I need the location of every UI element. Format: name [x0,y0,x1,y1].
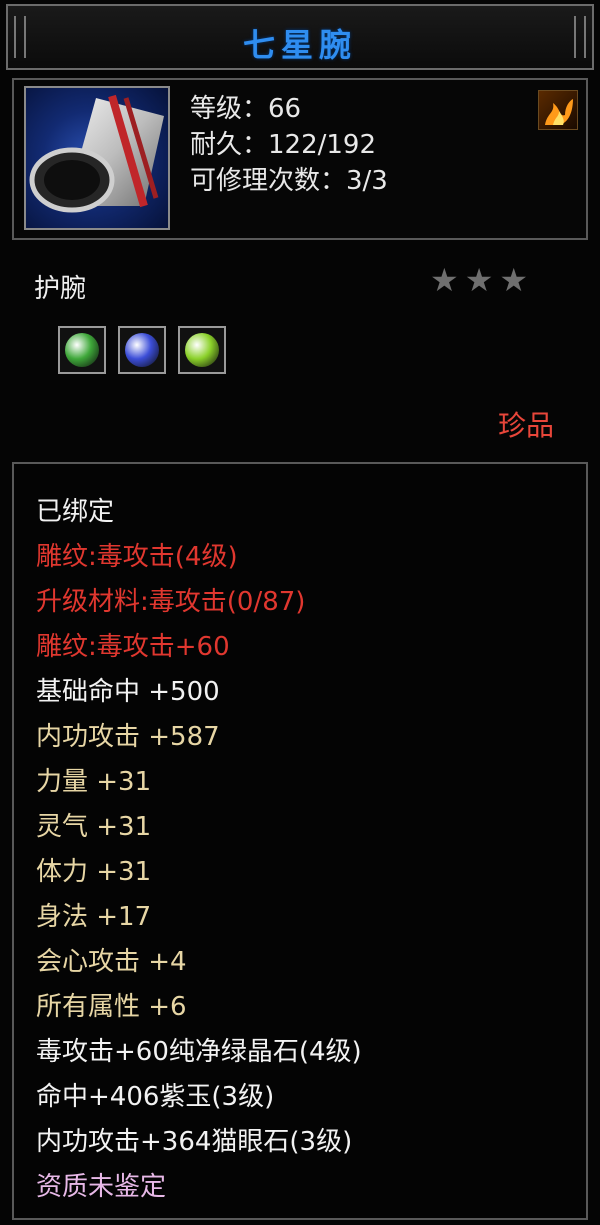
attribute-line: 内功攻击+364猫眼石(3级) [36,1127,353,1157]
attribute-line: 升级材料:毒攻击(0/87) [36,587,306,617]
purple-gem-icon[interactable] [118,326,166,374]
gem-sockets [58,326,226,374]
star-icon: ★ [430,261,459,299]
title-bar: 七星腕 [6,4,594,70]
star-icon: ★ [464,261,494,299]
attribute-line: 灵气 +31 [36,812,152,842]
level-stat: 等级：66 [190,94,302,124]
attribute-line: 内功攻击 +587 [36,722,220,752]
attribute-panel: 已绑定雕纹:毒攻击(4级) 升级材料:毒攻击(0/87) 雕纹:毒攻击+60 基础命中… [12,462,588,1220]
star-icon: ★ [499,261,529,299]
green-gem-icon[interactable] [58,326,106,374]
attribute-line: 会心攻击 +4 [36,947,187,977]
item-header-panel: 等级：66 耐久：122/192 可修理次数：3/3 [12,78,588,240]
attribute-line: 所有属性 +6 [36,992,187,1022]
item-name: 七星腕 [242,26,357,64]
attribute-line: 资质未鉴定 [36,1172,167,1202]
attribute-line: 雕纹:毒攻击+60 [36,632,230,662]
durability-stat: 耐久：122/192 [190,130,377,160]
lime-gem-icon[interactable] [178,326,226,374]
attribute-line: 已绑定 [36,497,115,527]
attribute-line: 身法 +17 [36,902,152,932]
attribute-line: 毒攻击+60纯净绿晶石(4级) [36,1037,362,1067]
star-rating: ★ ★ ★ [430,264,528,296]
attribute-line: 体力 +31 [36,857,152,887]
attribute-list: 已绑定雕纹:毒攻击(4级) 升级材料:毒攻击(0/87) 雕纹:毒攻击+60 基础命中… [36,490,362,1210]
repair-count-stat: 可修理次数：3/3 [190,166,388,196]
attribute-line: 力量 +31 [36,767,152,797]
bracer-icon [24,86,170,230]
item-tooltip: 七星腕 等级：66 耐久：122/192 可修理次数：3/3 护腕 ★ ★ ★ … [0,0,600,1225]
attribute-line: 基础命中 +500 [36,677,220,707]
attribute-line: 命中+406紫玉(3级) [36,1082,275,1112]
attribute-line: 雕纹:毒攻击(4级) [36,542,238,572]
fire-element-icon [538,90,578,130]
item-type-label: 护腕 [34,274,87,304]
quality-label: 珍品 [497,409,554,442]
